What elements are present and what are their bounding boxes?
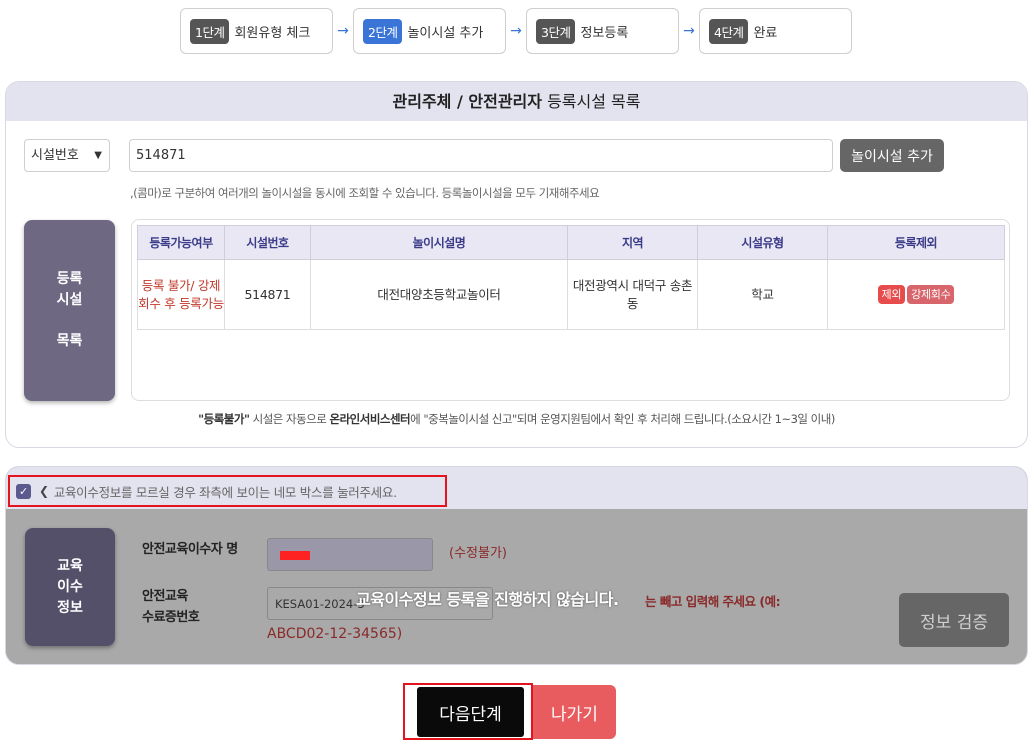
step-4-badge: 4단계 xyxy=(709,18,749,44)
cell-name: 대전대양초등학교놀이터 xyxy=(310,259,568,330)
step-2: 2단계 놀이시설 추가 xyxy=(353,8,506,54)
redaction-mark xyxy=(280,551,310,560)
skip-overlay-message: 교육이수정보 등록을 진행하지 않습니다. xyxy=(356,590,619,609)
trainee-name-field xyxy=(267,538,433,571)
step-indicator: 1단계 회원유형 체크 → 2단계 놀이시설 추가 → 3단계 정보등록 → 4… xyxy=(180,8,852,54)
exit-button[interactable]: 나가기 xyxy=(533,685,616,739)
table-row: 등록 불가/ 강제회수 후 등록가능 514871 대전대양초등학교놀이터 대전… xyxy=(137,259,1005,330)
step-1-label: 회원유형 체크 xyxy=(234,25,311,41)
th-exclude: 등록제외 xyxy=(827,225,1005,260)
facility-table-container: 등록가능여부 시설번호 놀이시설명 지역 시설유형 등록제외 등록 불가/ 강제… xyxy=(131,219,1010,401)
edu-side-line2: 이수 xyxy=(57,578,83,595)
step-3-label: 정보등록 xyxy=(580,25,629,41)
side-label-line3: 목록 xyxy=(56,333,83,349)
step-1-badge: 1단계 xyxy=(190,18,230,44)
search-type-value: 시설번호 xyxy=(31,148,79,163)
th-status: 등록가능여부 xyxy=(137,225,225,260)
verify-info-button[interactable]: 정보 검증 xyxy=(899,593,1009,647)
edu-side-line3: 정보 xyxy=(57,599,83,616)
th-name: 놀이시설명 xyxy=(310,225,568,260)
cell-number: 514871 xyxy=(224,259,311,330)
th-region: 지역 xyxy=(567,225,698,260)
cell-exclude: 제외 강제회수 xyxy=(827,259,1005,330)
footnote-bold-1: "등록불가" xyxy=(198,412,250,426)
step-1: 1단계 회원유형 체크 xyxy=(180,8,333,54)
footnote-text-1: 시설은 자동으로 xyxy=(249,412,330,426)
cell-region: 대전광역시 대덕구 송촌동 xyxy=(567,259,698,330)
cell-status: 등록 불가/ 강제회수 후 등록가능 xyxy=(137,259,225,330)
side-label-line1: 등록 xyxy=(56,271,83,287)
registered-facility-label: 등록 시설 목록 xyxy=(24,220,115,401)
step-4: 4단계 완료 xyxy=(699,8,852,54)
cert-format-example: ABCD02-12-34565) xyxy=(267,626,403,642)
facility-title-rest: 등록시설 목록 xyxy=(541,92,641,111)
facility-table: 등록가능여부 시설번호 놀이시설명 지역 시설유형 등록제외 등록 불가/ 강제… xyxy=(137,225,1005,330)
education-panel-header: ✓ ❮ 교육이수정보를 모르실 경우 좌측에 보이는 네모 박스를 눌러주세요. xyxy=(6,467,1027,509)
arrow-right-icon: → xyxy=(683,23,695,39)
next-step-button[interactable]: 다음단계 xyxy=(417,687,524,737)
skip-education-toggle[interactable]: ✓ ❮ 교육이수정보를 모르실 경우 좌측에 보이는 네모 박스를 눌러주세요. xyxy=(8,475,447,507)
step-4-label: 완료 xyxy=(753,25,778,41)
step-3-badge: 3단계 xyxy=(536,18,576,44)
chevron-down-icon: ▼ xyxy=(94,150,102,161)
add-facility-button[interactable]: 놀이시설 추가 xyxy=(840,139,944,172)
no-edit-note: (수정불가) xyxy=(449,546,507,561)
cell-type: 학교 xyxy=(697,259,828,330)
side-label-line2: 시설 xyxy=(56,292,83,308)
footnote-bold-2: 온라인서비스센터 xyxy=(329,412,411,426)
arrow-right-icon: → xyxy=(510,23,522,39)
cert-label-line1: 안전교육 xyxy=(142,589,188,604)
footnote-text-2: 에 "중복놀이시설 신고"되며 운영지원팀에서 확인 후 처리해 드립니다.(소… xyxy=(410,412,835,426)
trainee-name-label: 안전교육이수자 명 xyxy=(142,542,238,557)
education-panel: ✓ ❮ 교육이수정보를 모르실 경우 좌측에 보이는 네모 박스를 눌러주세요.… xyxy=(5,466,1028,665)
force-reclaim-button[interactable]: 강제회수 xyxy=(907,284,955,305)
facility-search-input[interactable] xyxy=(129,139,833,172)
facility-title-bold: 관리주체 / 안전관리자 xyxy=(392,92,542,111)
cert-format-note: 는 빼고 입력해 주세요 (예: xyxy=(645,594,781,609)
cert-label-line2: 수료증번호 xyxy=(142,609,200,625)
step-2-badge: 2단계 xyxy=(363,18,403,44)
arrow-right-icon: → xyxy=(337,23,349,39)
search-type-select[interactable]: 시설번호 ▼ xyxy=(24,139,110,172)
table-header-row: 등록가능여부 시설번호 놀이시설명 지역 시설유형 등록제외 xyxy=(137,225,1005,260)
exclude-button[interactable]: 제외 xyxy=(877,284,906,305)
search-hint: ,(콤마)로 구분하여 여러개의 놀이시설을 동시에 조회할 수 있습니다. 등… xyxy=(130,186,600,200)
chevron-left-icon: ❮ xyxy=(39,484,49,498)
step-2-label: 놀이시설 추가 xyxy=(407,25,484,41)
th-number: 시설번호 xyxy=(224,225,311,260)
th-type: 시설유형 xyxy=(697,225,828,260)
facility-panel-title: 관리주체 / 안전관리자 등록시설 목록 xyxy=(6,82,1027,121)
edu-side-line1: 교육 xyxy=(57,557,83,574)
step-3: 3단계 정보등록 xyxy=(526,8,679,54)
facility-footnote: "등록불가" 시설은 자동으로 온라인서비스센터에 "중복놀이시설 신고"되며 … xyxy=(6,411,1027,427)
skip-education-checkbox[interactable]: ✓ xyxy=(16,483,31,499)
skip-education-text: 교육이수정보를 모르실 경우 좌측에 보이는 네모 박스를 눌러주세요. xyxy=(53,484,397,500)
next-button-highlight: 다음단계 xyxy=(403,683,533,740)
education-info-label: 교육 이수 정보 xyxy=(25,528,115,646)
facility-panel: 관리주체 / 안전관리자 등록시설 목록 시설번호 ▼ 놀이시설 추가 ,(콤마… xyxy=(5,81,1028,448)
cert-number-label: 안전교육 수료증번호 xyxy=(142,587,200,629)
